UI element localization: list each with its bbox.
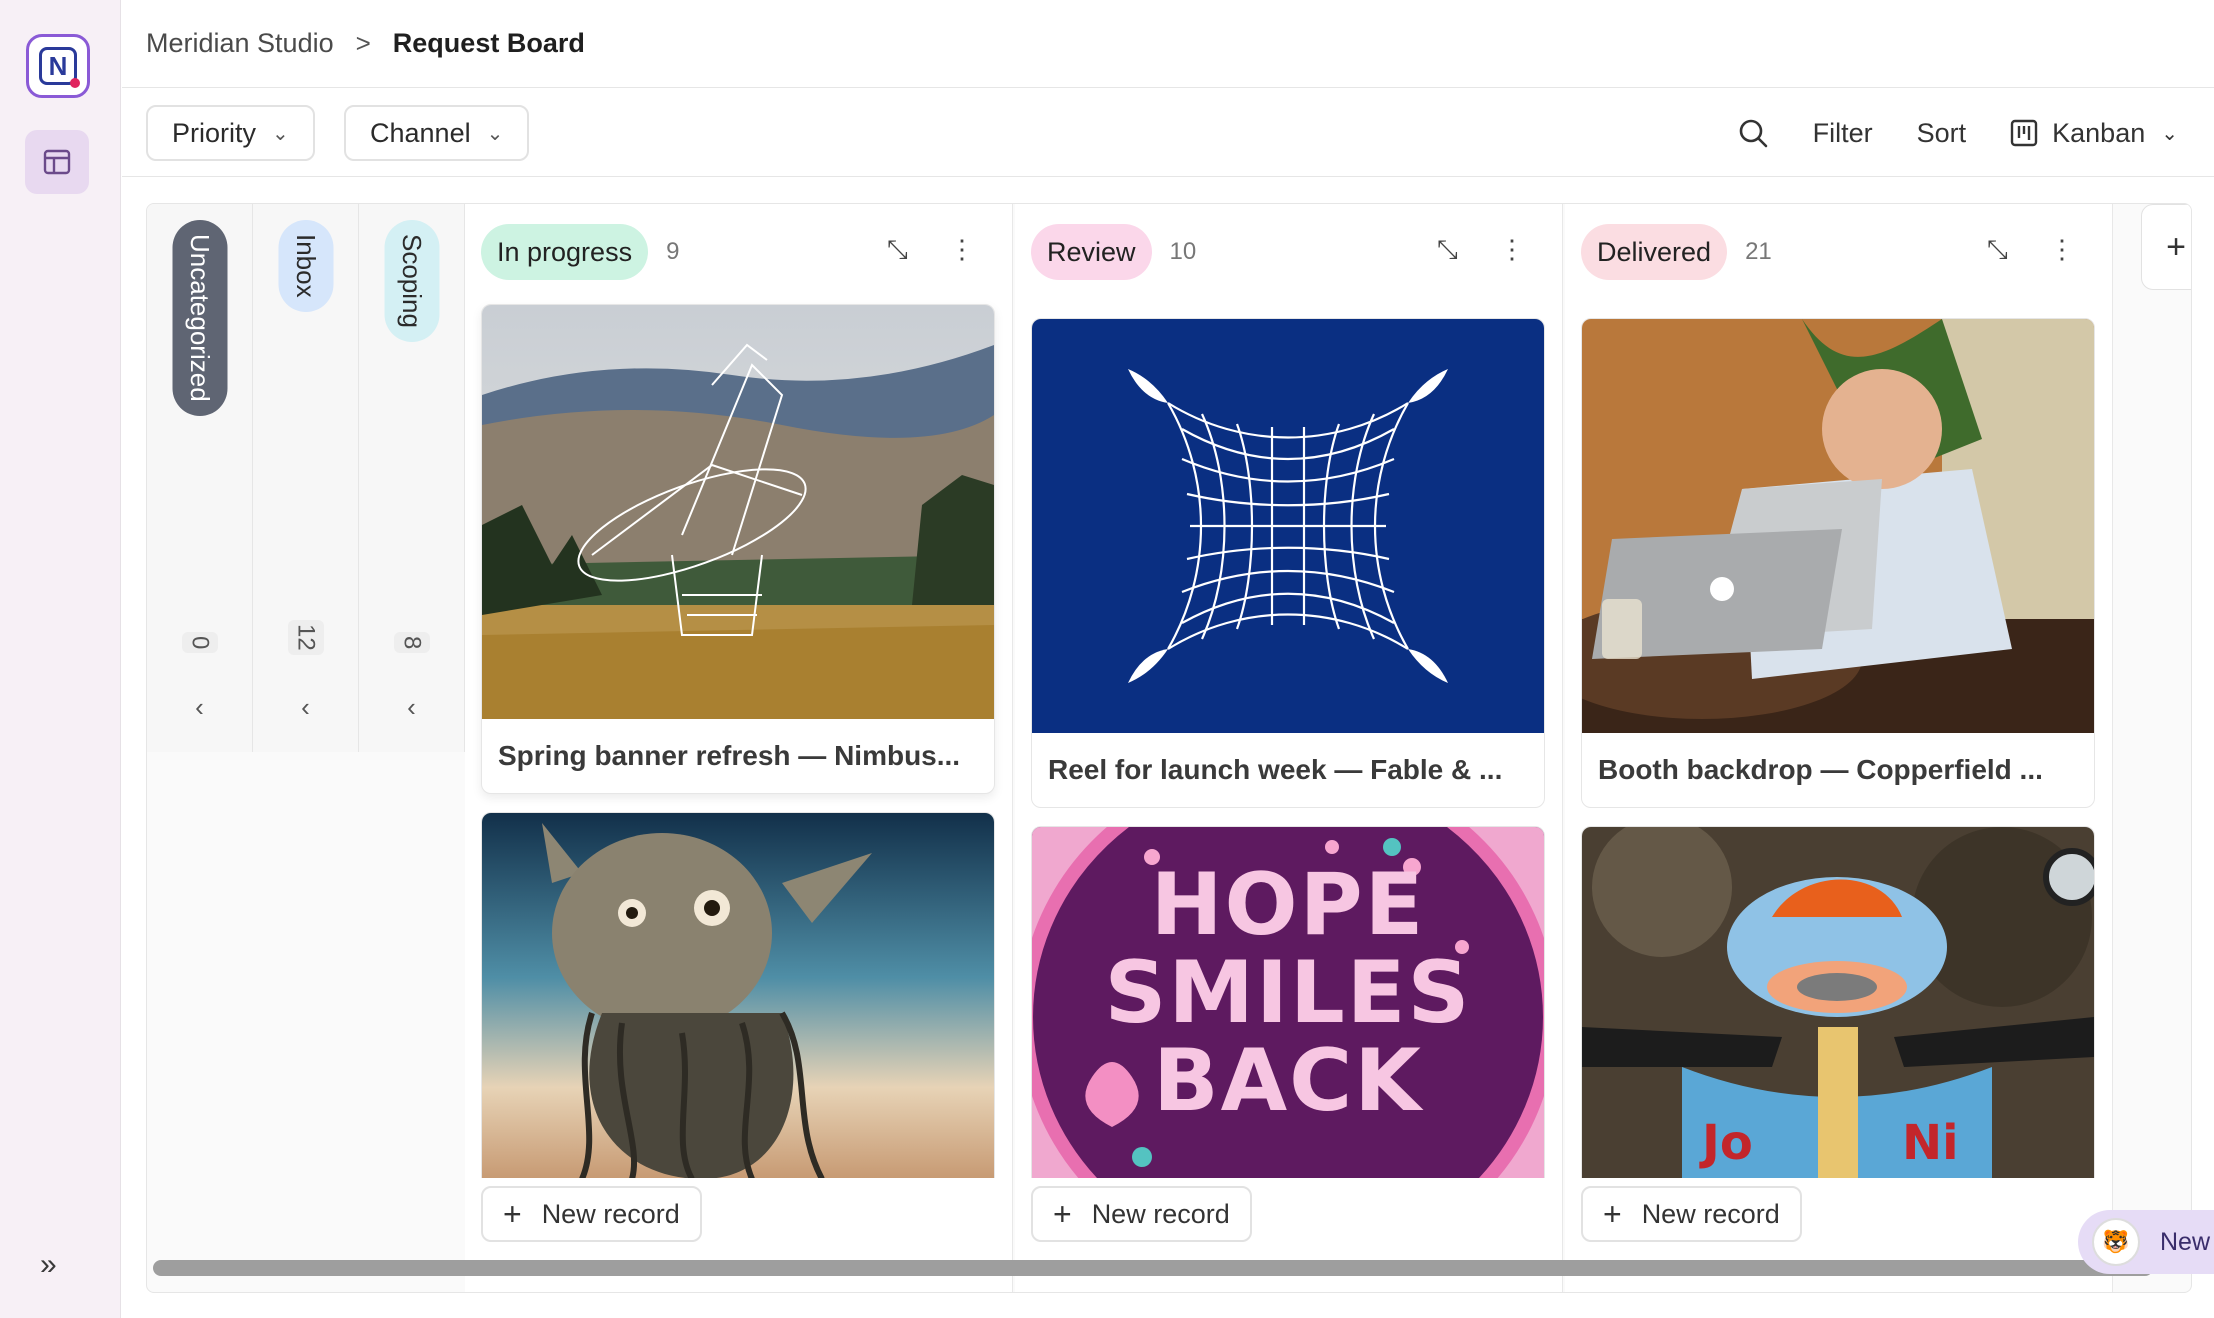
poster-line: HOPE — [1150, 855, 1426, 955]
app-logo[interactable]: N — [26, 34, 90, 98]
board-view-icon[interactable] — [25, 130, 89, 194]
poster-text: HOPE SMILES BACK — [1032, 861, 1544, 1125]
new-record-label: New record — [1091, 1198, 1230, 1229]
horizontal-scrollbar[interactable] — [153, 1260, 2153, 1276]
priority-filter-button[interactable]: Priority ⌄ — [146, 105, 315, 161]
new-chat-label: New Chat — [2160, 1227, 2214, 1256]
app-rail: N » — [0, 0, 121, 1318]
logo-dot — [70, 78, 80, 88]
record-card[interactable]: Jo Ni — [1581, 826, 2095, 1178]
card-title: Reel for launch week — Fable & ... — [1048, 754, 1503, 785]
breadcrumb-separator-icon: > — [355, 28, 371, 58]
column-count: 21 — [1745, 238, 1772, 265]
priority-label: Priority — [172, 117, 257, 148]
column-count: 8 — [393, 632, 430, 654]
column-count: 10 — [1169, 238, 1197, 265]
collapse-column-icon[interactable]: ⤡ — [1987, 234, 2008, 266]
poster-line: BACK — [1153, 1031, 1423, 1131]
column-header: Review 10 — [1031, 224, 1196, 280]
column-count: 0 — [181, 632, 218, 654]
record-card[interactable]: Spring banner refresh — Nimbus... — [481, 304, 995, 794]
new-record-button[interactable]: + New record — [481, 1186, 702, 1242]
column-label: Uncategorized — [172, 220, 227, 416]
column-count: 12 — [287, 620, 324, 655]
column-header: In progress 9 — [481, 224, 679, 280]
collapse-column-icon[interactable]: ⤡ — [887, 234, 908, 266]
warped-grid-graphic — [1032, 319, 1544, 733]
view-switcher[interactable]: Kanban ⌄ — [2010, 118, 2178, 149]
painted-sign-text: Ni — [1902, 1115, 1959, 1171]
collapsed-column-uncategorized[interactable]: Uncategorized 0 ‹ — [147, 204, 253, 752]
new-record-button[interactable]: + New record — [1031, 1186, 1252, 1242]
column-count: 9 — [666, 238, 680, 265]
painted-sign-text: Jo — [1702, 1115, 1753, 1171]
column-header: Delivered 21 — [1581, 224, 1772, 280]
new-record-button[interactable]: + New record — [1581, 1186, 1802, 1242]
main-area: Meridian Studio > Request Board Priority… — [122, 0, 2214, 1318]
record-card[interactable]: Booth backdrop — Copperfield ... — [1581, 318, 2095, 808]
column-delivered: Delivered 21 ⤡ ⋮ Booth backdrop — Copper… — [1565, 204, 2113, 1292]
record-card[interactable]: Reel for launch week — Fable & ... — [1031, 318, 1545, 808]
column-label: Review — [1031, 224, 1152, 280]
hope-smiles-back-poster: HOPE SMILES BACK — [1032, 827, 1544, 1178]
radio-telescope-photo — [482, 305, 994, 719]
expand-column-icon[interactable]: ‹ — [195, 692, 204, 723]
filter-button[interactable]: Filter — [1813, 118, 1873, 149]
record-card[interactable] — [481, 812, 995, 1178]
chevron-down-icon: ⌄ — [272, 122, 289, 145]
plus-icon: + — [1053, 1195, 1072, 1232]
toolbar-actions: Filter Sort Kanban ⌄ — [1737, 89, 2214, 177]
view-label: Kanban — [2052, 117, 2146, 148]
collapsed-column-inbox[interactable]: Inbox 12 ‹ — [253, 204, 359, 752]
expand-sidebar-icon[interactable]: » — [40, 1248, 57, 1282]
kanban-icon — [2010, 119, 2038, 147]
plus-icon: + — [503, 1195, 522, 1232]
plus-icon: + — [1603, 1195, 1622, 1232]
chat-bot-icon: 🐯 — [2092, 1218, 2140, 1266]
column-in-progress: In progress 9 ⤡ ⋮ Spring banner refresh … — [465, 204, 1013, 1292]
search-button[interactable] — [1737, 117, 1769, 149]
logo-n-icon: N — [39, 47, 80, 88]
new-record-label: New record — [1641, 1198, 1780, 1229]
page-title: Request Board — [392, 28, 585, 58]
expand-column-icon[interactable]: ‹ — [407, 692, 416, 723]
channel-label: Channel — [370, 117, 471, 148]
card-title: Spring banner refresh — Nimbus... — [498, 740, 961, 771]
more-options-icon[interactable]: ⋮ — [2049, 234, 2075, 265]
toolbar: Priority ⌄ Channel ⌄ Filter Sort Kanban … — [122, 89, 2214, 177]
new-chat-button[interactable]: 🐯 New Chat — [2078, 1210, 2214, 1274]
collapsed-column-scoping[interactable]: Scoping 8 ‹ — [359, 204, 465, 752]
card-title: Booth backdrop — Copperfield ... — [1598, 754, 2043, 785]
poster-line: SMILES — [1104, 943, 1472, 1043]
new-record-label: New record — [541, 1198, 680, 1229]
record-card[interactable]: HOPE SMILES BACK — [1031, 826, 1545, 1178]
search-icon — [1739, 119, 1767, 148]
creature-portrait — [482, 813, 994, 1178]
more-options-icon[interactable]: ⋮ — [1499, 234, 1525, 265]
column-review: Review 10 ⤡ ⋮ Reel for launch week — Fab… — [1015, 204, 1563, 1292]
kanban-board: Uncategorized 0 ‹ Inbox 12 ‹ Scoping 8 ‹… — [146, 203, 2192, 1293]
column-label: In progress — [481, 224, 649, 280]
painted-scooter-photo: Jo Ni — [1582, 827, 2094, 1178]
chevron-down-icon: ⌄ — [2161, 122, 2178, 145]
expand-column-icon[interactable]: ‹ — [301, 692, 310, 723]
channel-filter-button[interactable]: Channel ⌄ — [344, 105, 530, 161]
collapse-column-icon[interactable]: ⤡ — [1437, 234, 1458, 266]
breadcrumb: Meridian Studio > Request Board — [122, 0, 2214, 88]
add-column-button[interactable]: + — [2141, 204, 2191, 290]
column-label: Scoping — [384, 220, 439, 342]
column-label: Inbox — [278, 220, 333, 312]
column-label: Delivered — [1581, 224, 1728, 280]
sort-button[interactable]: Sort — [1917, 118, 1967, 149]
breadcrumb-workspace[interactable]: Meridian Studio — [146, 28, 334, 59]
chevron-down-icon: ⌄ — [486, 122, 504, 145]
man-with-laptop-photo — [1582, 319, 2094, 733]
more-options-icon[interactable]: ⋮ — [949, 234, 975, 265]
